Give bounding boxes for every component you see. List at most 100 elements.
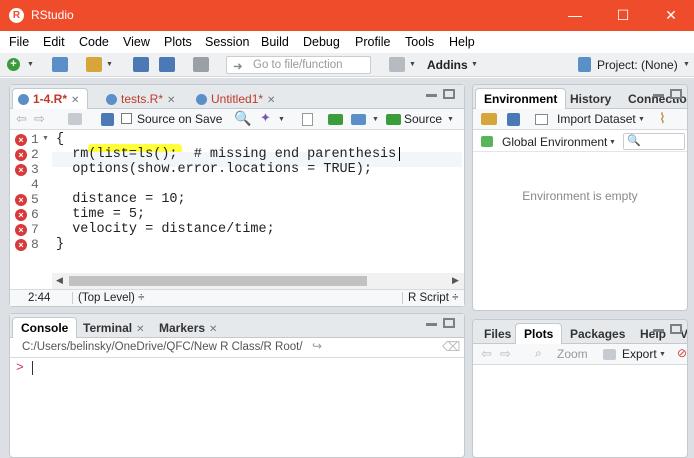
source-button[interactable]: Source <box>404 112 442 126</box>
save-icon[interactable] <box>101 113 114 126</box>
error-marker-icon[interactable]: × <box>15 194 27 206</box>
close-button[interactable]: ✕ <box>648 0 694 31</box>
tab-environment[interactable]: Environment <box>475 88 567 109</box>
global-environment-selector[interactable]: Global Environment <box>502 135 607 149</box>
new-file-icon[interactable]: + <box>7 58 20 71</box>
save-icon[interactable] <box>507 113 520 126</box>
goto-file-input[interactable]: ➜ Go to file/function <box>226 56 371 74</box>
tab-console[interactable]: Console <box>12 317 78 338</box>
env-dropdown-icon[interactable]: ▼ <box>609 139 616 146</box>
import-dataset-button[interactable]: Import Dataset <box>557 112 636 126</box>
open-dropdown-icon[interactable]: ▼ <box>106 61 113 68</box>
horizontal-scrollbar[interactable]: ◀ ▶ <box>52 273 464 289</box>
menu-file[interactable]: File <box>9 35 29 49</box>
new-file-dropdown-icon[interactable]: ▼ <box>27 61 34 68</box>
minimize-pane-icon[interactable] <box>426 94 437 97</box>
layout-dropdown-icon[interactable]: ▼ <box>409 61 416 68</box>
minimize-button[interactable]: — <box>552 0 598 31</box>
menu-code[interactable]: Code <box>79 35 109 49</box>
code-editor[interactable]: { rm(list=ls(); # missing end parenthesi… <box>52 131 462 273</box>
rerun-icon[interactable] <box>351 114 366 125</box>
menu-build[interactable]: Build <box>261 35 289 49</box>
menu-view[interactable]: View <box>123 35 150 49</box>
tab-help[interactable]: Help <box>631 323 675 344</box>
export-dropdown-icon[interactable]: ▼ <box>659 351 666 358</box>
zoom-button[interactable]: Zoom <box>557 347 588 361</box>
minimize-pane-icon[interactable] <box>653 329 664 332</box>
error-marker-icon[interactable]: × <box>15 164 27 176</box>
print-icon[interactable] <box>193 57 209 72</box>
menu-plots[interactable]: Plots <box>164 35 192 49</box>
minimize-pane-icon[interactable] <box>426 323 437 326</box>
tab-history[interactable]: History <box>561 88 620 109</box>
scroll-right-icon[interactable]: ▶ <box>452 275 459 286</box>
close-tab-icon[interactable]: ✕ <box>136 324 144 335</box>
forward-arrow-icon[interactable]: ⇨ <box>500 346 511 362</box>
close-tab-icon[interactable]: ✕ <box>167 95 175 106</box>
tab-1-4-r[interactable]: 1-4.R* ✕ <box>12 88 89 109</box>
error-marker-icon[interactable]: × <box>15 149 27 161</box>
open-file-icon[interactable] <box>86 57 102 72</box>
tab-markers[interactable]: Markers ✕ <box>150 317 226 338</box>
menu-debug[interactable]: Debug <box>303 35 340 49</box>
menu-profile[interactable]: Profile <box>355 35 390 49</box>
grid-layout-icon[interactable] <box>389 57 405 72</box>
forward-arrow-icon[interactable]: ⇨ <box>34 111 45 127</box>
search-icon[interactable]: 🔍 <box>234 110 251 127</box>
maximize-pane-icon[interactable] <box>443 318 455 328</box>
code-tools-dropdown-icon[interactable]: ▼ <box>278 116 285 123</box>
menu-session[interactable]: Session <box>205 35 249 49</box>
addins-dropdown-icon[interactable]: ▼ <box>471 61 478 68</box>
error-marker-icon[interactable]: × <box>15 209 27 221</box>
scope-selector[interactable]: (Top Level) ÷ <box>72 292 144 304</box>
project-menu[interactable]: Project: (None) <box>597 58 678 72</box>
show-in-window-icon[interactable] <box>68 113 82 125</box>
source-on-save-checkbox[interactable] <box>121 113 132 124</box>
run-dropdown-icon[interactable]: ▼ <box>372 116 379 123</box>
tab-plots[interactable]: Plots <box>515 323 563 344</box>
back-arrow-icon[interactable]: ⇦ <box>16 111 27 127</box>
export-button[interactable]: Export <box>622 347 657 361</box>
tab-files[interactable]: Files <box>475 323 520 344</box>
close-tab-icon[interactable]: ✕ <box>71 95 79 106</box>
run-lines-icon[interactable] <box>328 114 343 125</box>
menu-tools[interactable]: Tools <box>405 35 434 49</box>
close-tab-icon[interactable]: ✕ <box>209 324 217 335</box>
import-dropdown-icon[interactable]: ▼ <box>638 116 645 123</box>
minimize-pane-icon[interactable] <box>653 94 664 97</box>
maximize-pane-icon[interactable] <box>670 89 682 99</box>
compile-report-icon[interactable] <box>302 113 313 126</box>
tab-untitled1[interactable]: Untitled1* ✕ <box>190 88 284 109</box>
back-arrow-icon[interactable]: ⇦ <box>481 346 492 362</box>
env-search-input[interactable]: 🔍 <box>623 133 685 150</box>
tab-terminal[interactable]: Terminal ✕ <box>74 317 154 338</box>
error-marker-icon[interactable]: × <box>15 134 27 146</box>
magic-wand-icon[interactable]: ✦ <box>260 110 271 126</box>
tab-tests-r[interactable]: tests.R* ✕ <box>100 88 184 109</box>
file-type-selector[interactable]: R Script ÷ <box>402 292 458 304</box>
new-project-icon[interactable] <box>52 57 68 72</box>
goto-directory-icon[interactable]: ↪ <box>312 339 322 353</box>
maximize-pane-icon[interactable] <box>443 89 455 99</box>
fold-arrow-icon[interactable]: ▼ <box>42 135 49 142</box>
error-marker-icon[interactable]: × <box>15 239 27 251</box>
close-tab-icon[interactable]: ✕ <box>267 95 275 106</box>
maximize-pane-icon[interactable] <box>670 324 682 334</box>
open-folder-icon[interactable] <box>481 113 497 125</box>
menu-help[interactable]: Help <box>449 35 475 49</box>
clear-console-icon[interactable]: ⌫ <box>442 339 460 355</box>
save-icon[interactable] <box>133 57 149 72</box>
remove-plot-icon[interactable]: ⊘ <box>677 346 687 360</box>
console-cursor[interactable] <box>32 361 33 375</box>
save-all-icon[interactable] <box>159 57 175 72</box>
maximize-button[interactable]: ☐ <box>600 0 646 31</box>
scrollbar-thumb[interactable] <box>69 276 367 286</box>
source-dropdown-icon[interactable]: ▼ <box>447 116 454 123</box>
zoom-icon[interactable]: ⌕ <box>535 346 542 361</box>
broom-icon[interactable]: ⌇ <box>659 110 666 127</box>
tab-packages[interactable]: Packages <box>561 323 634 344</box>
scroll-left-icon[interactable]: ◀ <box>56 275 63 286</box>
addins-menu[interactable]: Addins <box>427 58 468 72</box>
menu-edit[interactable]: Edit <box>43 35 65 49</box>
project-dropdown-icon[interactable]: ▼ <box>683 61 690 68</box>
